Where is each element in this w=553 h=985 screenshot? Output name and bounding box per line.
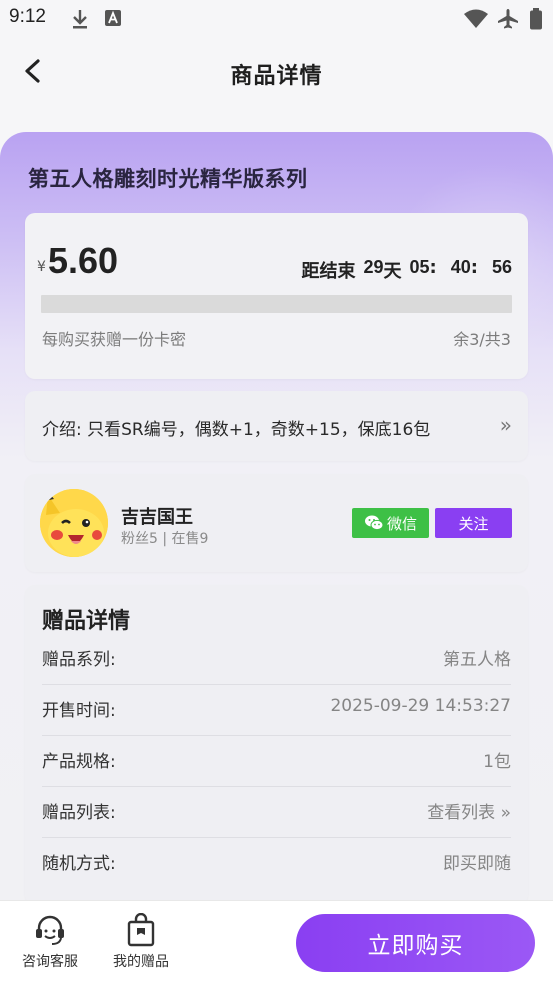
- status-time: 9:12: [9, 6, 46, 27]
- text-a-icon: [104, 8, 122, 32]
- currency-symbol: ¥: [37, 259, 46, 275]
- headset-icon: [36, 915, 64, 945]
- my-gifts-tab[interactable]: 我的赠品: [106, 913, 176, 971]
- intro-card[interactable]: 介绍: 只看SR编号，偶数+1，奇数+15，保底16包 »: [25, 391, 528, 461]
- countdown-days-unit: 天: [383, 261, 402, 282]
- buy-now-button[interactable]: 立即购买: [296, 914, 535, 972]
- my-gifts-label: 我的赠品: [113, 954, 169, 970]
- series-title: 第五人格雕刻时光精华版系列: [28, 167, 308, 191]
- battery-icon: [529, 8, 543, 34]
- detail-key: 开售时间:: [42, 701, 116, 721]
- follow-button[interactable]: 关注: [435, 508, 512, 538]
- countdown-separator: :: [429, 257, 437, 278]
- gift-note: 每购买获赠一份卡密: [42, 330, 187, 349]
- shopping-bag-icon: [127, 913, 155, 947]
- download-icon: [70, 8, 90, 34]
- avatar[interactable]: [40, 489, 108, 557]
- view-list-link[interactable]: 查看列表 »: [427, 798, 511, 823]
- detail-key: 赠品列表:: [42, 803, 116, 823]
- countdown-hours: 05: [409, 257, 430, 277]
- detail-key: 赠品系列:: [42, 650, 116, 670]
- seller-name: 吉吉国王: [121, 507, 193, 528]
- wifi-icon: [463, 8, 489, 34]
- status-bar: 9:12: [0, 0, 553, 38]
- detail-value: 1包: [483, 752, 511, 772]
- double-chevron-right-icon[interactable]: »: [500, 413, 512, 437]
- wechat-icon: [364, 515, 384, 531]
- detail-row-random-mode: 随机方式: 即买即随: [42, 837, 511, 888]
- sales-progress-bar: [41, 295, 512, 313]
- countdown-label: 距结束: [301, 261, 356, 282]
- countdown-days: 29: [363, 257, 384, 277]
- header: 商品详情: [0, 38, 553, 108]
- detail-key: 随机方式:: [42, 854, 116, 874]
- intro-text: 介绍: 只看SR编号，偶数+1，奇数+15，保底16包: [42, 420, 431, 440]
- airplane-icon: [497, 8, 519, 34]
- detail-row-sale-time: 开售时间: 2025-09-29 14:53:27: [42, 684, 511, 736]
- detail-value: 第五人格: [443, 650, 511, 670]
- section-heading: 赠品详情: [42, 609, 131, 634]
- wechat-button[interactable]: 微信: [352, 508, 429, 538]
- detail-row-gift-list[interactable]: 赠品列表: 查看列表 »: [42, 786, 511, 838]
- countdown-minutes: 40: [450, 257, 471, 277]
- detail-value: 2025-09-29 14:53:27: [330, 696, 511, 716]
- page-title: 商品详情: [230, 64, 323, 89]
- price-value: 5.60: [48, 240, 119, 281]
- pikachu-avatar-image: [40, 489, 108, 557]
- countdown-seconds: 56: [491, 257, 512, 277]
- detail-row-spec: 产品规格: 1包: [42, 735, 511, 787]
- gift-details-card: 赠品详情 赠品系列: 第五人格 开售时间: 2025-09-29 14:53:2…: [25, 585, 528, 905]
- countdown: 距结束 29 天 05 : 40 : 56: [301, 257, 512, 283]
- wechat-label: 微信: [386, 514, 417, 533]
- detail-row-series: 赠品系列: 第五人格: [42, 633, 511, 685]
- countdown-separator: :: [470, 257, 478, 278]
- customer-service-label: 咨询客服: [22, 954, 78, 970]
- price-card: ¥ 5.60 距结束 29 天 05 : 40 : 56 每购买获赠一份卡密 余…: [25, 213, 528, 379]
- detail-value: 即买即随: [443, 854, 511, 874]
- bottom-action-bar: 咨询客服 我的赠品 立即购买: [0, 900, 553, 985]
- seller-stats: 粉丝5 | 在售9: [121, 531, 209, 547]
- customer-service-tab[interactable]: 咨询客服: [15, 913, 85, 971]
- detail-key: 产品规格:: [42, 752, 116, 772]
- seller-card: 吉吉国王 粉丝5 | 在售9 微信 关注: [25, 474, 528, 572]
- stock-count: 余3/共3: [453, 330, 511, 349]
